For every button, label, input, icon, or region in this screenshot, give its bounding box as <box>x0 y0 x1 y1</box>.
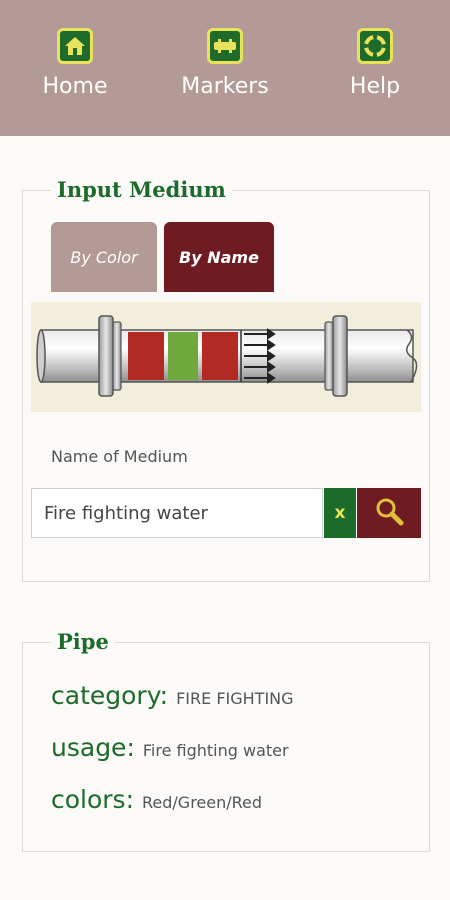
pipe-info-section: Pipe category: FIRE FIGHTING usage: Fire f… <box>22 629 430 852</box>
input-medium-title: Input Medium <box>51 177 232 203</box>
usage-value: Fire fighting water <box>142 741 289 760</box>
color-band-2 <box>168 332 198 380</box>
input-medium-section: Input Medium By Color By Name Name of Me… <box>22 177 430 582</box>
search-button[interactable] <box>357 488 421 538</box>
colors-row: colors: Red/Green/Red <box>51 785 262 814</box>
top-navigation: Home Markers Help <box>0 0 450 136</box>
nav-home-button[interactable]: Home <box>20 28 130 118</box>
color-band-3 <box>202 332 238 380</box>
pipe-marker-icon <box>207 28 243 64</box>
search-icon <box>373 495 405 531</box>
nav-home-label: Home <box>42 74 108 99</box>
pipe-title: Pipe <box>51 629 115 655</box>
lifebuoy-icon <box>357 28 393 64</box>
home-icon <box>57 28 93 64</box>
color-band-1 <box>128 332 164 380</box>
colors-value: Red/Green/Red <box>142 793 263 812</box>
tab-by-color[interactable]: By Color <box>51 222 157 292</box>
category-key: category: <box>51 681 169 710</box>
medium-name-label: Name of Medium <box>51 447 188 466</box>
category-row: category: FIRE FIGHTING <box>51 681 294 710</box>
nav-markers-label: Markers <box>181 74 269 99</box>
clear-button[interactable]: x <box>324 488 356 538</box>
nav-help-label: Help <box>349 74 401 99</box>
usage-row: usage: Fire fighting water <box>51 733 289 762</box>
category-value: FIRE FIGHTING <box>176 689 294 708</box>
nav-markers-button[interactable]: Markers <box>170 28 280 118</box>
medium-search-input[interactable] <box>31 488 323 538</box>
nav-help-button[interactable]: Help <box>320 28 430 118</box>
tab-by-name[interactable]: By Name <box>164 222 274 292</box>
usage-key: usage: <box>51 733 135 762</box>
pipe-illustration <box>31 302 421 412</box>
colors-key: colors: <box>51 785 135 814</box>
